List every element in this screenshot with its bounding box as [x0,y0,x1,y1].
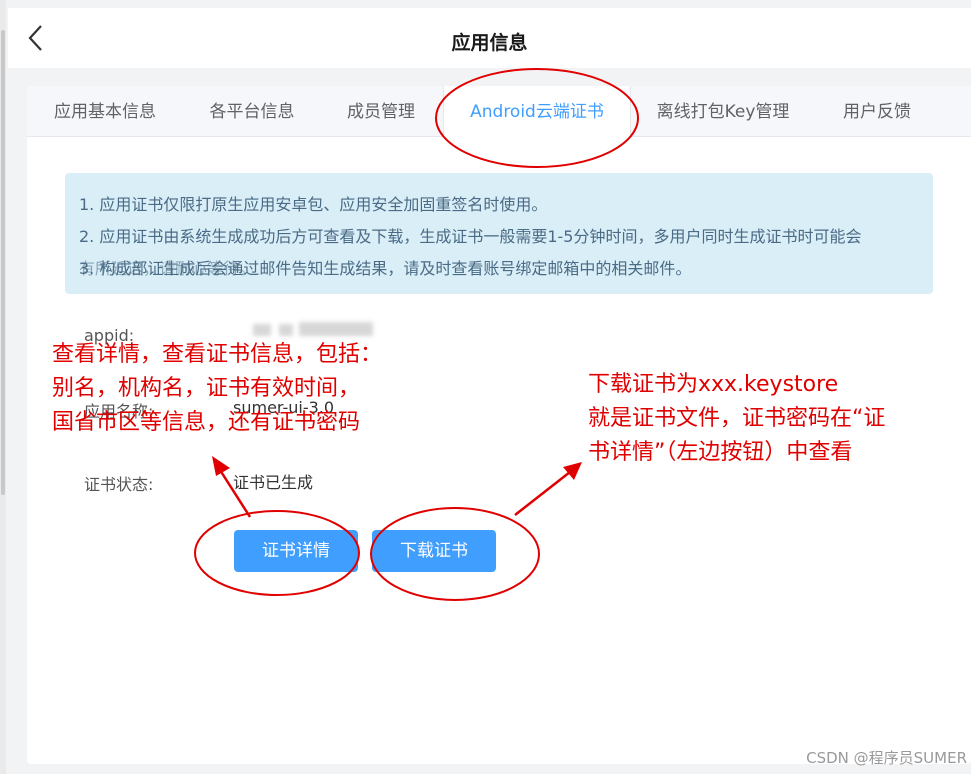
tab-offline-key[interactable]: 离线打包Key管理 [647,86,799,136]
redacted-appid [253,324,271,336]
notice-line-2: 2. 应用证书由系统生成成功后方可查看及下载，生成证书一般需要1-5分钟时间，多… [79,227,862,246]
redacted-appid [299,322,373,336]
right-annotation-line: 就是证书文件，证书密码在“证 [588,406,886,431]
left-annotation-line: 查看详情，查看证书信息，包括： [52,342,383,367]
page-title: 应用信息 [451,32,528,54]
notice-box: 1. 应用证书仅限打原生应用安卓包、应用安全加固重签名时使用。 2. 应用证书由… [65,173,933,294]
cert-status-label: 证书状态: [84,475,154,494]
left-annotation: 查看详情，查看证书信息，包括： 别名，机构名，证书有效时间， 国省市区等信息，还… [52,338,382,440]
redacted-appid [279,324,293,336]
tab-platform-info[interactable]: 各平台信息 [193,86,311,136]
notice-line-1: 1. 应用证书仅限打原生应用安卓包、应用安全加固重签名时使用。 [79,195,548,214]
download-cert-button[interactable]: 下载证书 [372,530,496,572]
page-scrollbar[interactable] [0,0,6,774]
watermark: CSDN @程序员SUMER [806,749,967,767]
right-annotation-line: 书详情”（左边按钮）中查看 [588,440,853,465]
notice-line-overlap: 有所延迟，请耐心等待。 [79,259,256,278]
scrollbar-thumb[interactable] [1,30,5,495]
left-annotation-line: 国省市区等信息，还有证书密码 [52,410,361,435]
tab-members[interactable]: 成员管理 [331,86,431,136]
right-annotation-line: 下载证书为xxx.keystore [588,372,839,397]
cert-status-value: 证书已生成 [233,473,314,492]
right-annotation: 下载证书为xxx.keystore 就是证书文件，证书密码在“证 书详情”（左边… [588,368,885,470]
left-annotation-line: 别名，机构名，证书有效时间， [52,376,361,401]
tab-android-cloud-cert[interactable]: Android云端证书 [443,86,631,137]
tab-feedback[interactable]: 用户反馈 [823,86,931,136]
cert-detail-button[interactable]: 证书详情 [234,530,358,572]
tab-basic-info[interactable]: 应用基本信息 [39,86,171,136]
page-header: 应用信息 [8,8,971,68]
tab-bar: 应用基本信息 各平台信息 成员管理 Android云端证书 离线打包Key管理 … [27,86,971,137]
